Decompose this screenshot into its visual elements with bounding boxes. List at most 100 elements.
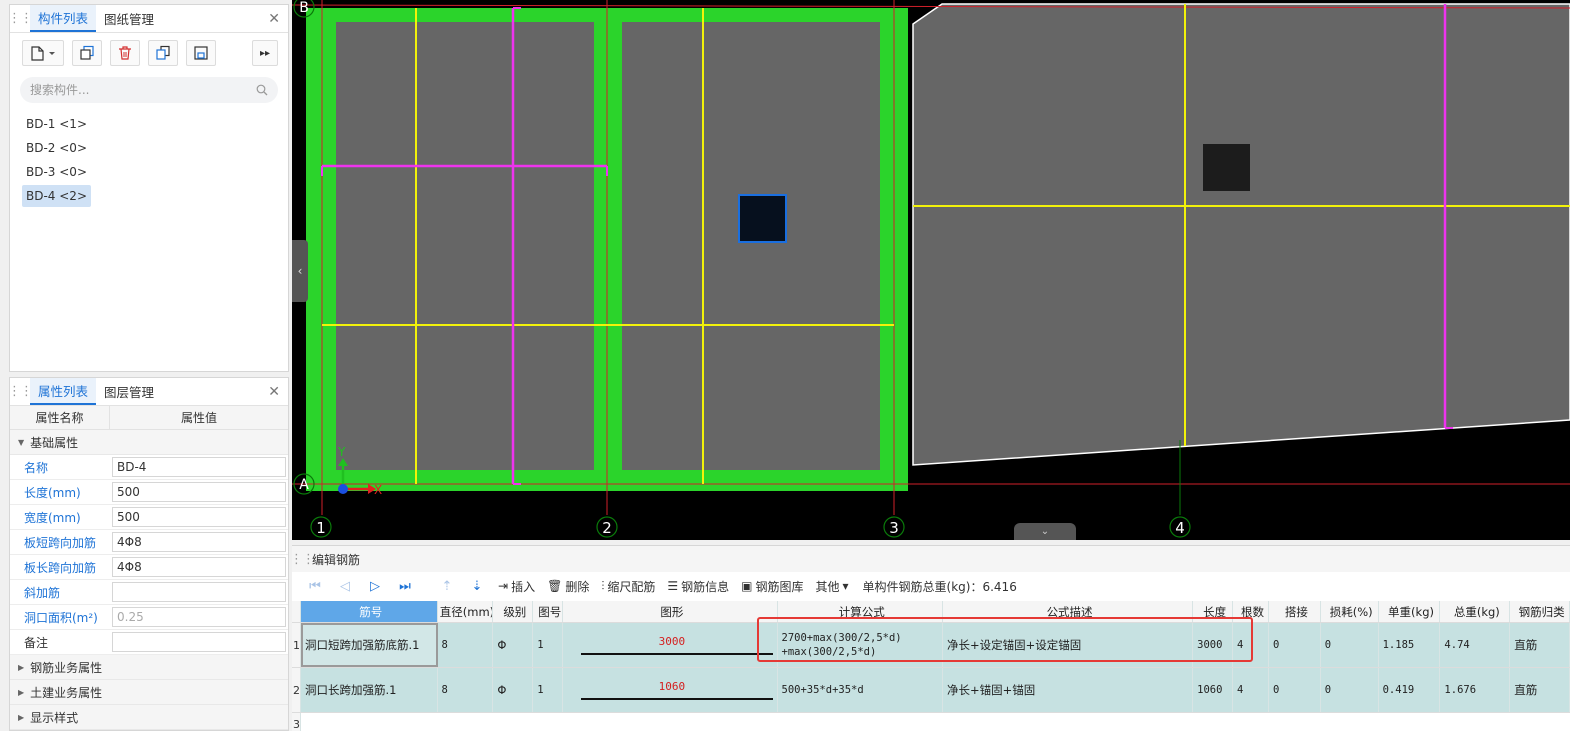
prev-row-button[interactable]: ◁ xyxy=(332,575,358,597)
search-icon[interactable] xyxy=(256,84,268,96)
length-cell[interactable]: 1060 xyxy=(1193,668,1234,712)
property-name: 长度(mm) xyxy=(24,485,81,500)
cad-drawing[interactable]: B A 1 2 3 4 X Y xyxy=(292,0,1570,540)
diameter-cell[interactable]: 8 xyxy=(438,668,494,712)
tab-drawing-management[interactable]: 图纸管理 xyxy=(96,5,162,32)
column-header[interactable]: 钢筋归类 xyxy=(1510,601,1570,622)
close-icon[interactable]: ✕ xyxy=(268,11,280,27)
next-row-button[interactable]: ▷ xyxy=(362,575,388,597)
unit-weight-cell[interactable]: 1.185 xyxy=(1379,623,1441,667)
category-cell[interactable]: 直筋 xyxy=(1510,623,1570,667)
save-template-button[interactable] xyxy=(186,40,216,66)
insert-button[interactable]: ⇥ 插入 xyxy=(494,575,539,597)
search-input[interactable] xyxy=(30,83,256,97)
column-header[interactable]: 筋号 xyxy=(300,601,438,622)
column-header[interactable]: 损耗(%) xyxy=(1321,601,1379,622)
drag-grip-icon[interactable]: ⋮⋮ xyxy=(290,546,315,572)
table-row[interactable]: 2 洞口长跨加强筋.1 8 Φ 1 1060 500+35*d+35*d 净长+… xyxy=(292,668,1570,713)
formula-cell[interactable]: 500+35*d+35*d xyxy=(778,668,943,712)
opening-selected[interactable] xyxy=(738,194,787,243)
group-civil-business[interactable]: ▶ 土建业务属性 xyxy=(10,680,288,705)
category-cell[interactable]: 直筋 xyxy=(1510,668,1570,712)
column-header[interactable]: 总重(kg) xyxy=(1440,601,1511,622)
property-value-field[interactable]: 500 xyxy=(112,482,286,502)
column-header[interactable]: 图号 xyxy=(533,601,564,622)
group-basic-properties[interactable]: ▼ 基础属性 xyxy=(10,430,288,455)
column-header[interactable]: 级别 xyxy=(493,601,534,622)
delete-component-button[interactable] xyxy=(110,40,140,66)
slab-middle[interactable] xyxy=(622,22,880,470)
move-down-button[interactable]: ⇣ xyxy=(464,575,490,597)
table-row-empty[interactable]: 3 xyxy=(292,713,1570,731)
drawing-canvas[interactable]: B A 1 2 3 4 X Y xyxy=(292,0,1570,540)
column-header[interactable]: 搭接 xyxy=(1269,601,1321,622)
loss-cell[interactable]: 0 xyxy=(1321,668,1379,712)
tab-component-list[interactable]: 构件列表 xyxy=(30,5,97,32)
shape-cell[interactable]: 3000 xyxy=(563,623,778,667)
rebar-info-button[interactable]: ☰ 钢筋信息 xyxy=(663,575,733,597)
scale-rebar-button[interactable]: ⫶ 缩尺配筋 xyxy=(597,575,659,597)
list-item[interactable]: BD-3 <0> xyxy=(22,161,91,183)
group-display-style[interactable]: ▶ 显示样式 xyxy=(10,705,288,730)
formula-line: 500+35*d+35*d xyxy=(781,684,864,696)
diameter-cell[interactable]: 8 xyxy=(438,623,494,667)
other-menu-button[interactable]: 其他 ▾ xyxy=(812,575,853,597)
list-item[interactable]: BD-2 <0> xyxy=(22,137,91,159)
property-value-field[interactable]: 500 xyxy=(112,507,286,527)
lap-cell[interactable]: 0 xyxy=(1269,623,1321,667)
loss-cell[interactable]: 0 xyxy=(1321,623,1379,667)
drag-grip-icon[interactable]: ⋮⋮ xyxy=(8,4,33,32)
unit-weight-cell[interactable]: 0.419 xyxy=(1379,668,1441,712)
column-header[interactable]: 图形 xyxy=(563,601,778,622)
shape-cell[interactable]: 1060 xyxy=(563,668,778,712)
component-search[interactable] xyxy=(20,77,278,103)
drag-grip-icon[interactable]: ⋮⋮ xyxy=(8,377,33,405)
triangle-right-icon: ▶ xyxy=(18,662,25,672)
grade-cell[interactable]: Φ xyxy=(493,668,534,712)
figure-number-cell[interactable]: 1 xyxy=(533,623,564,667)
other-label: 其他 xyxy=(815,579,840,594)
property-value-field[interactable] xyxy=(112,632,286,652)
move-up-button[interactable]: ⇡ xyxy=(434,575,460,597)
list-item-selected[interactable]: BD-4 <2> xyxy=(22,185,91,207)
tab-property-list[interactable]: 属性列表 xyxy=(30,378,97,405)
column-header[interactable]: 直径(mm) xyxy=(438,601,494,622)
list-item[interactable]: BD-1 <1> xyxy=(22,113,91,135)
slab-left[interactable] xyxy=(336,22,594,470)
total-weight-cell[interactable]: 4.74 xyxy=(1440,623,1511,667)
last-row-button[interactable]: ⏭ xyxy=(392,575,418,597)
collapse-panel-button[interactable]: ‹ xyxy=(292,240,308,302)
slab-right[interactable] xyxy=(912,3,1570,466)
tab-layer-management[interactable]: 图层管理 xyxy=(96,378,162,405)
arrow-up-icon: ⇡ xyxy=(441,578,453,594)
property-row: 斜加筋 xyxy=(10,580,288,605)
rebar-number-cell[interactable]: 洞口长跨加强筋.1 xyxy=(301,668,438,712)
axis-marker-1: 1 xyxy=(310,516,332,538)
property-value-field[interactable]: 4Φ8 xyxy=(112,557,286,577)
rebar-library-button[interactable]: ▣ 钢筋图库 xyxy=(737,575,807,597)
column-header[interactable]: 单重(kg) xyxy=(1379,601,1441,622)
count-cell[interactable]: 4 xyxy=(1233,668,1269,712)
delete-button[interactable]: 🗑 删除 xyxy=(543,575,593,597)
shape-length-label: 3000 xyxy=(658,634,686,648)
axis-label-4: 4 xyxy=(1175,519,1185,537)
rebar-shape-line xyxy=(581,698,773,700)
new-component-button[interactable] xyxy=(22,40,64,66)
figure-number-cell[interactable]: 1 xyxy=(533,668,564,712)
copy-to-floor-button[interactable] xyxy=(148,40,178,66)
rebar-number-cell[interactable]: 洞口短跨加强筋底筋.1 xyxy=(300,623,438,667)
expand-bottom-button[interactable]: ⌄ xyxy=(1014,523,1076,540)
grade-cell[interactable]: Φ xyxy=(493,623,534,667)
group-rebar-business[interactable]: ▶ 钢筋业务属性 xyxy=(10,655,288,680)
opening[interactable] xyxy=(1203,144,1250,191)
formula-description-cell[interactable]: 净长+锚固+锚固 xyxy=(943,668,1194,712)
lap-cell[interactable]: 0 xyxy=(1269,668,1321,712)
more-tools-button[interactable]: ▸▸ xyxy=(252,40,278,66)
first-row-button[interactable]: ⏮ xyxy=(302,575,328,597)
property-value-field[interactable]: 4Φ8 xyxy=(112,532,286,552)
property-value-field[interactable]: BD-4 xyxy=(112,457,286,477)
total-weight-cell[interactable]: 1.676 xyxy=(1440,668,1511,712)
property-value-field[interactable] xyxy=(112,582,286,602)
copy-component-button[interactable] xyxy=(72,40,102,66)
close-icon[interactable]: ✕ xyxy=(268,384,280,400)
